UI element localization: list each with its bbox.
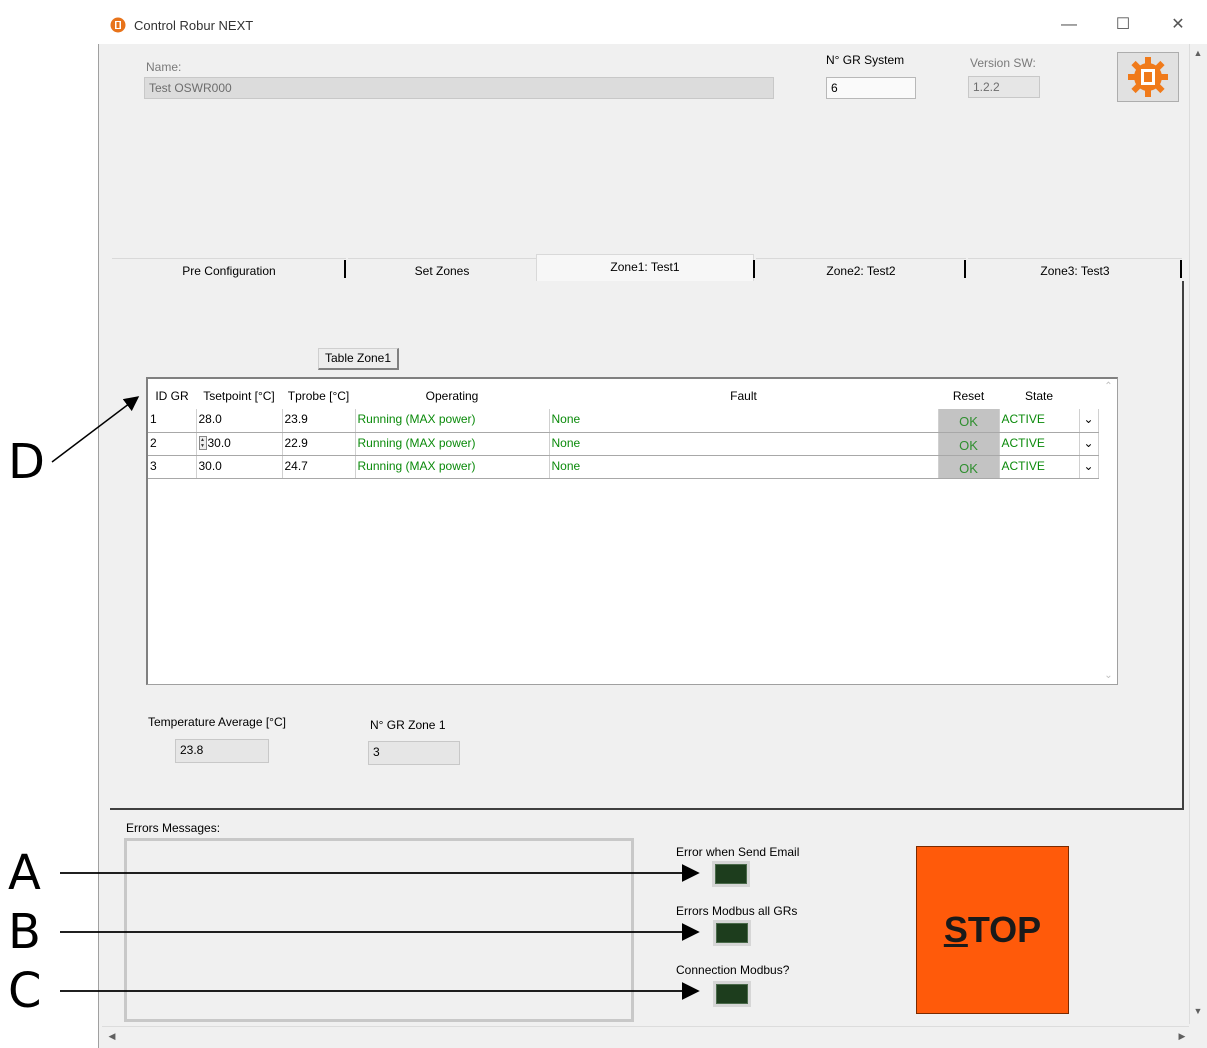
callout-arrows (51, 396, 700, 1000)
callout-a: A (8, 845, 41, 901)
callout-c: C (8, 963, 42, 1019)
arrow-d (51, 396, 140, 463)
callout-d: D (8, 434, 45, 490)
callout-b: B (8, 904, 41, 960)
